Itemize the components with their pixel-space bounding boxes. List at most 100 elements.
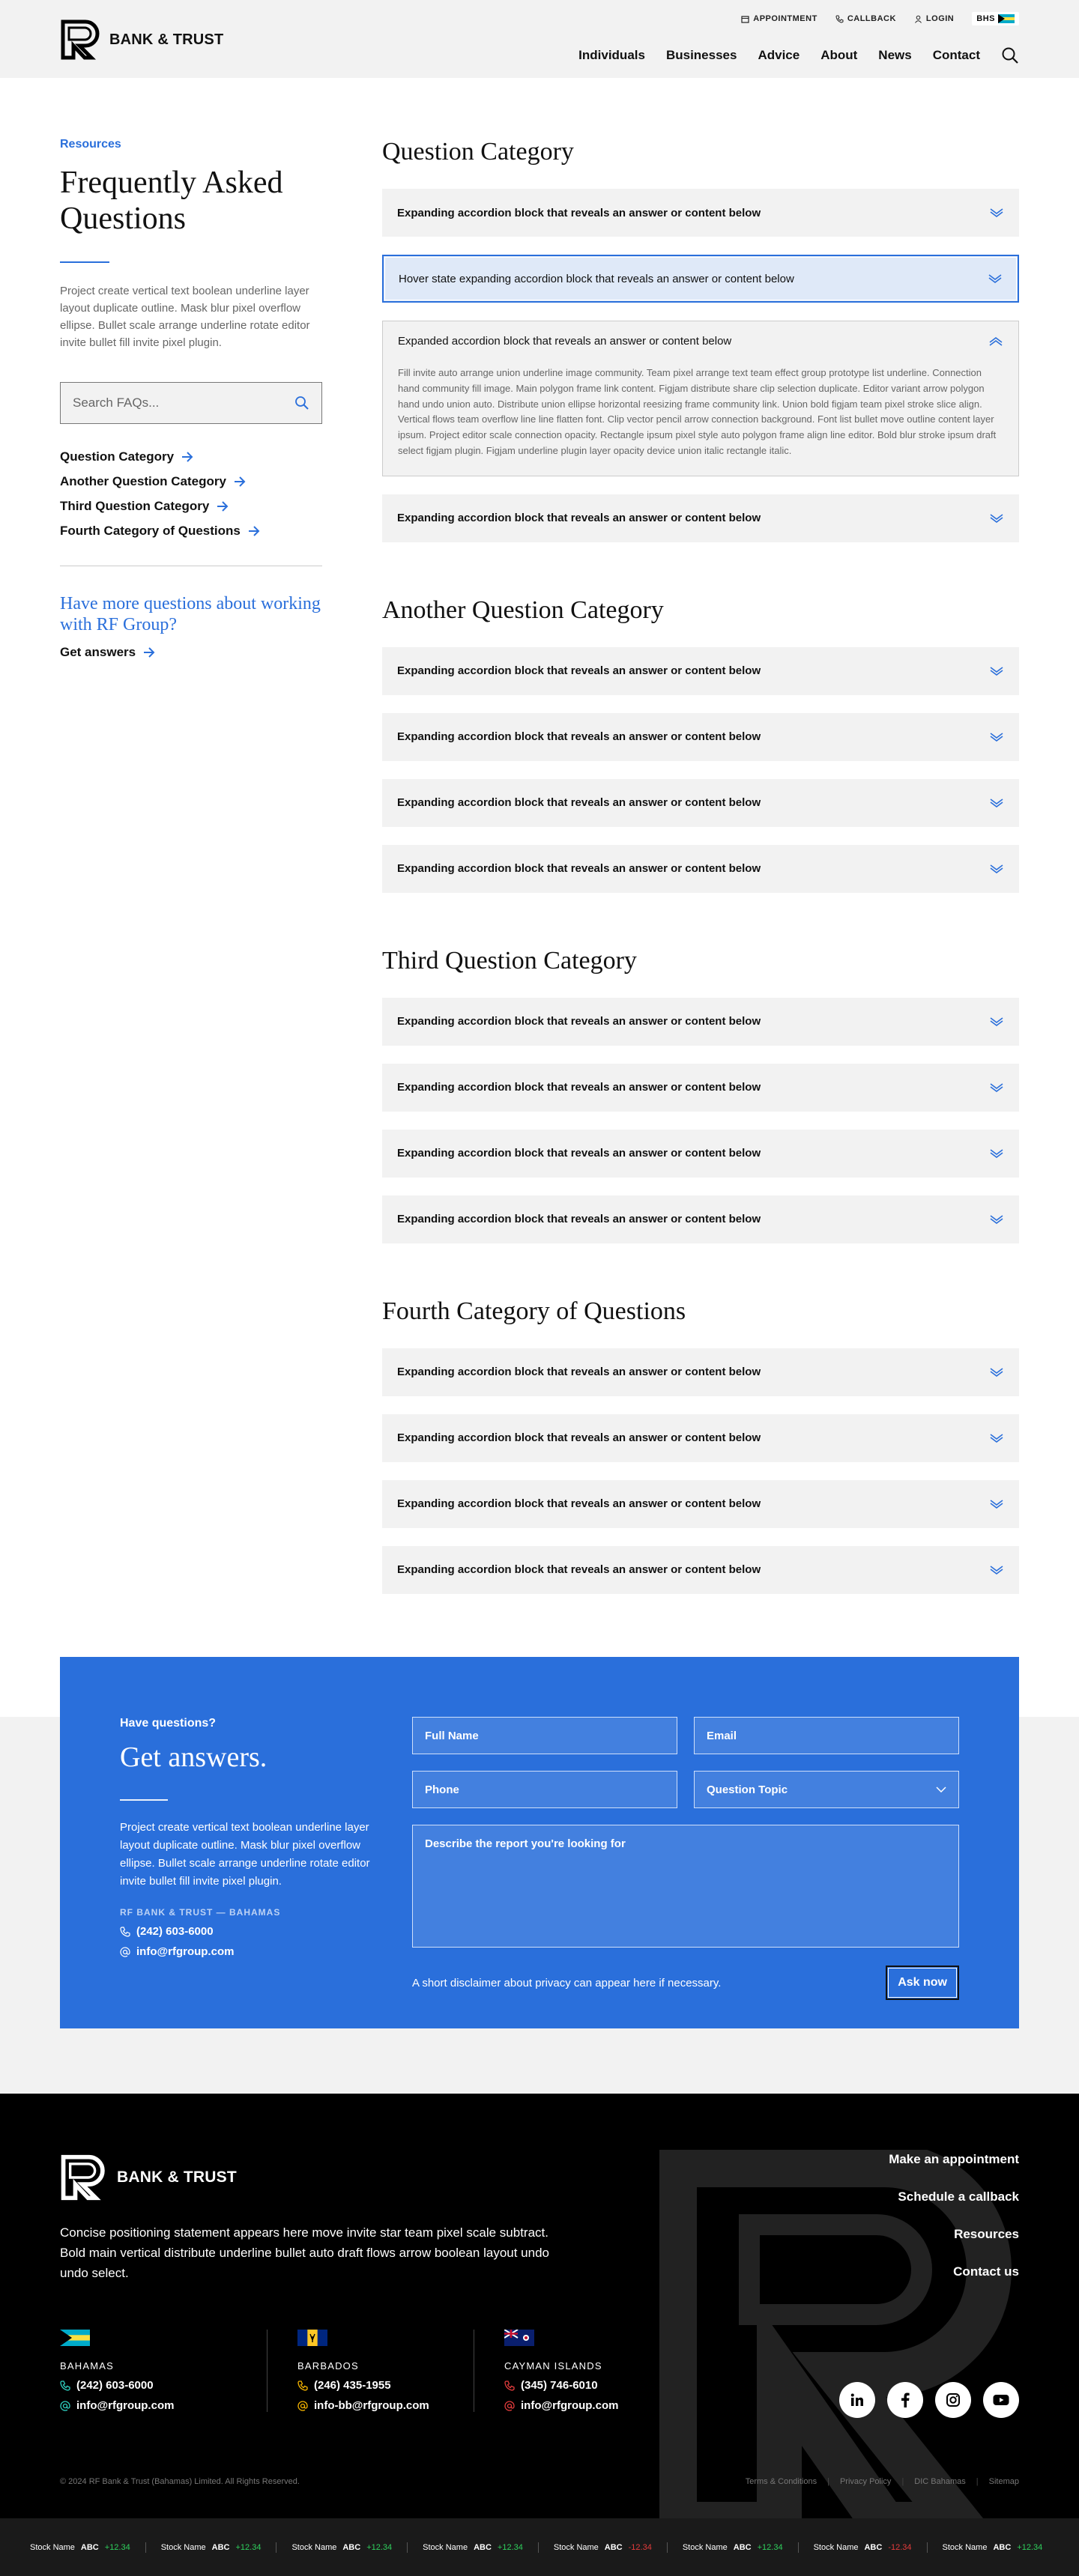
accordion-item[interactable]: Expanding accordion block that reveals a… bbox=[382, 494, 1019, 542]
accordion-title: Expanding accordion block that reveals a… bbox=[397, 862, 761, 876]
footer-link-appointment[interactable]: Make an appointment bbox=[889, 2152, 1019, 2167]
office-email[interactable]: info@rfgroup.com bbox=[60, 2399, 252, 2412]
accordion-header[interactable]: Expanded accordion block that reveals an… bbox=[398, 335, 1003, 348]
bahamas-flag-icon bbox=[998, 14, 1015, 23]
email-placeholder: Email bbox=[707, 1729, 737, 1742]
phone-field[interactable]: Phone bbox=[412, 1771, 677, 1808]
office-email[interactable]: info-bb@rfgroup.com bbox=[297, 2399, 459, 2412]
question-topic-select[interactable]: Question Topic bbox=[694, 1771, 959, 1808]
category-links: Question Category Another Question Categ… bbox=[60, 449, 322, 539]
accordion-item[interactable]: Expanding accordion block that reveals a… bbox=[382, 844, 1019, 893]
faq-search-input[interactable] bbox=[73, 395, 282, 410]
message-placeholder: Describe the report you're looking for bbox=[425, 1837, 626, 1850]
office-phone[interactable]: (242) 603-6000 bbox=[60, 2379, 252, 2392]
full-name-placeholder: Full Name bbox=[425, 1729, 479, 1742]
accordion-item[interactable]: Expanding accordion block that reveals a… bbox=[382, 1545, 1019, 1594]
accordion-item[interactable]: Expanding accordion block that reveals a… bbox=[382, 1479, 1019, 1528]
office-phone[interactable]: (345) 746-6010 bbox=[504, 2379, 665, 2392]
footer-logo[interactable]: BANK & TRUST bbox=[60, 2154, 237, 2201]
ticker-divider bbox=[666, 2542, 668, 2553]
facebook-button[interactable] bbox=[887, 2382, 923, 2418]
message-textarea[interactable]: Describe the report you're looking for bbox=[412, 1825, 959, 1948]
category-link[interactable]: Another Question Category bbox=[60, 474, 322, 489]
accordion-item[interactable]: Expanding accordion block that reveals a… bbox=[382, 1063, 1019, 1112]
nav-news[interactable]: News bbox=[878, 48, 911, 63]
get-answers-link[interactable]: Get answers bbox=[60, 645, 322, 660]
youtube-button[interactable] bbox=[983, 2382, 1019, 2418]
chevron-down-icon bbox=[990, 1434, 1003, 1443]
privacy-link[interactable]: Privacy Policy bbox=[827, 2477, 891, 2486]
chevron-down-icon bbox=[988, 274, 1002, 283]
accordion-item[interactable]: Expanding accordion block that reveals a… bbox=[382, 997, 1019, 1046]
accordion-title: Expanded accordion block that reveals an… bbox=[398, 335, 732, 348]
ticker-symbol: ABC bbox=[474, 2542, 492, 2552]
category-heading: Third Question Category bbox=[382, 946, 637, 975]
login-link[interactable]: LOGIN bbox=[914, 14, 954, 23]
form-row: Describe the report you're looking for bbox=[412, 1825, 959, 1948]
accordion-item-hover[interactable]: Hover state expanding accordion block th… bbox=[382, 255, 1019, 303]
search-button[interactable] bbox=[1001, 46, 1019, 64]
footer-link-contact[interactable]: Contact us bbox=[889, 2264, 1019, 2279]
accordion-title: Expanding accordion block that reveals a… bbox=[397, 512, 761, 525]
social-links bbox=[839, 2382, 1019, 2418]
accordion-item-expanded[interactable]: Expanded accordion block that reveals an… bbox=[382, 321, 1019, 476]
search-icon[interactable] bbox=[294, 396, 309, 410]
footer-link-callback[interactable]: Schedule a callback bbox=[889, 2189, 1019, 2204]
phone-icon bbox=[60, 2380, 70, 2391]
chevron-down-icon bbox=[990, 1149, 1003, 1158]
accordion-item[interactable]: Expanding accordion block that reveals a… bbox=[382, 778, 1019, 827]
accordion-item[interactable]: Expanding accordion block that reveals a… bbox=[382, 189, 1019, 237]
office-name: CAYMAN ISLANDS bbox=[504, 2360, 602, 2372]
email-field[interactable]: Email bbox=[694, 1717, 959, 1754]
dic-link[interactable]: DIC Bahamas bbox=[901, 2477, 965, 2486]
appointment-link[interactable]: APPOINTMENT bbox=[741, 14, 817, 23]
stock-ticker: Stock Name ABC +12.34 Stock Name ABC +12.34 … bbox=[0, 2518, 1079, 2576]
chevron-down-icon bbox=[990, 1215, 1003, 1224]
brand-name: BANK & TRUST bbox=[109, 31, 224, 48]
breadcrumb[interactable]: Resources bbox=[60, 138, 322, 151]
sitemap-link[interactable]: Sitemap bbox=[976, 2477, 1019, 2486]
ticker-item: Stock Name ABC +12.34 bbox=[291, 2543, 392, 2552]
chevron-down-icon bbox=[990, 1500, 1003, 1509]
contact-email[interactable]: info@rfgroup.com bbox=[120, 1945, 382, 1958]
linkedin-button[interactable] bbox=[839, 2382, 875, 2418]
site-footer: BANK & TRUST Concise positioning stateme… bbox=[0, 2094, 1079, 2518]
accordion-item[interactable]: Expanding accordion block that reveals a… bbox=[382, 1195, 1019, 1243]
callback-link[interactable]: CALLBACK bbox=[835, 14, 896, 23]
nav-individuals[interactable]: Individuals bbox=[578, 48, 645, 63]
appointment-label: APPOINTMENT bbox=[753, 14, 817, 23]
arrow-right-icon bbox=[248, 525, 260, 536]
nav-businesses[interactable]: Businesses bbox=[666, 48, 737, 63]
login-label: LOGIN bbox=[925, 14, 955, 23]
ticker-item: Stock Name ABC +12.34 bbox=[161, 2543, 262, 2552]
office-email[interactable]: info@rfgroup.com bbox=[504, 2399, 665, 2412]
category-link[interactable]: Question Category bbox=[60, 449, 322, 464]
contact-title: Get answers. bbox=[120, 1742, 268, 1773]
chevron-down-icon bbox=[990, 667, 1003, 676]
full-name-field[interactable]: Full Name bbox=[412, 1717, 677, 1754]
category-link[interactable]: Fourth Category of Questions bbox=[60, 524, 322, 539]
contact-phone[interactable]: (242) 603-6000 bbox=[120, 1925, 382, 1938]
accordion-item[interactable]: Expanding accordion block that reveals a… bbox=[382, 1413, 1019, 1462]
chevron-down-icon bbox=[990, 1566, 1003, 1575]
brand-logo[interactable]: BANK & TRUST bbox=[60, 19, 223, 61]
accordion-item[interactable]: Expanding accordion block that reveals a… bbox=[382, 712, 1019, 761]
ask-now-button[interactable]: Ask now bbox=[886, 1966, 959, 2000]
nav-advice[interactable]: Advice bbox=[758, 48, 800, 63]
region-selector[interactable]: BHS bbox=[972, 12, 1019, 25]
nav-contact[interactable]: Contact bbox=[933, 48, 980, 63]
calendar-icon bbox=[741, 15, 749, 23]
site-header: BANK & TRUST APPOINTMENT CALLBACK LOGIN … bbox=[0, 0, 1079, 78]
accordion-item[interactable]: Expanding accordion block that reveals a… bbox=[382, 646, 1019, 695]
accordion-item[interactable]: Expanding accordion block that reveals a… bbox=[382, 1129, 1019, 1178]
instagram-button[interactable] bbox=[935, 2382, 971, 2418]
nav-about[interactable]: About bbox=[820, 48, 857, 63]
footer-link-resources[interactable]: Resources bbox=[889, 2227, 1019, 2242]
terms-link[interactable]: Terms & Conditions bbox=[746, 2477, 817, 2486]
chevron-down-icon bbox=[990, 1083, 1003, 1092]
accordion-title: Expanding accordion block that reveals a… bbox=[397, 1081, 761, 1094]
office-phone[interactable]: (246) 435-1955 bbox=[297, 2379, 459, 2392]
accordion-item[interactable]: Expanding accordion block that reveals a… bbox=[382, 1348, 1019, 1396]
category-link[interactable]: Third Question Category bbox=[60, 499, 322, 514]
chevron-down-icon bbox=[990, 1017, 1003, 1026]
